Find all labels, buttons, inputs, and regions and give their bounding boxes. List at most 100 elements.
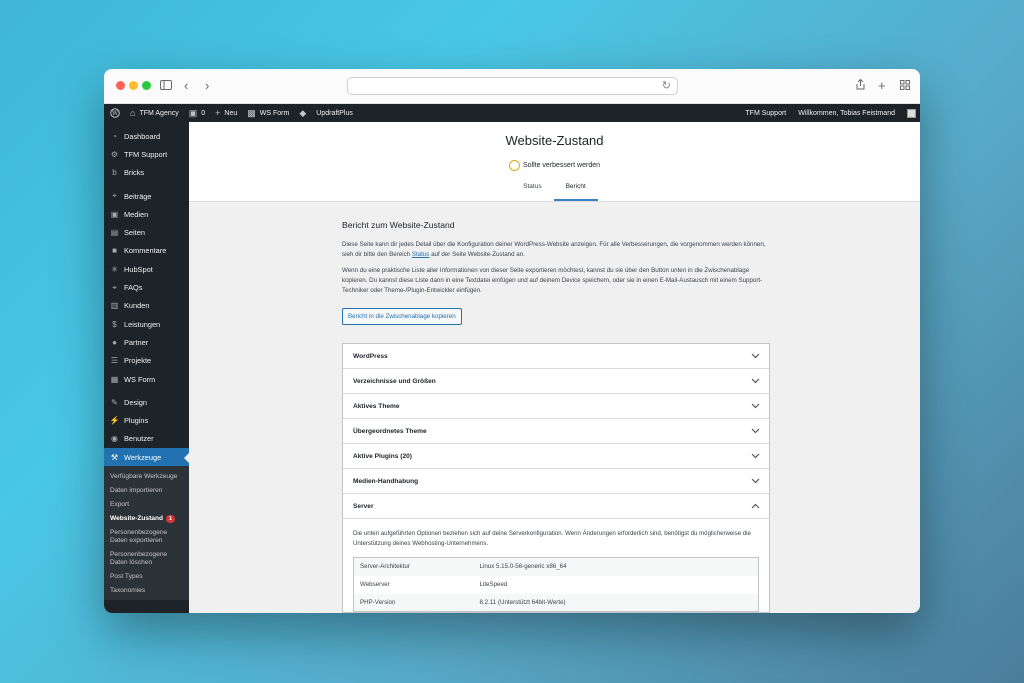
sidebar-item-tfm-support[interactable]: ⚙ TFM Support <box>104 145 189 163</box>
table-row: PHP-Version 8.2.11 (Unterstützt 64bit-Wer… <box>353 593 759 612</box>
submenu-item[interactable]: Daten importieren <box>104 484 189 498</box>
comments-link[interactable]: ▣ 0 <box>189 108 205 119</box>
submenu-item[interactable]: Website-Zustand 1 <box>104 512 189 526</box>
accordion-toggle[interactable]: Übergeordnetes Theme <box>343 419 769 444</box>
server-key: PHP-Version <box>360 598 396 606</box>
tabs-grid-icon[interactable] <box>900 78 910 94</box>
health-tabs: Status Bericht <box>189 183 920 201</box>
wordpress-logo-icon[interactable]: W <box>110 108 120 118</box>
sidebar-item-label: Leistungen <box>124 319 161 329</box>
sidebar-item-ws-form[interactable]: ▦ WS Form <box>104 370 189 388</box>
server-value: 8.2.11 (Unterstützt 64bit-Werte) <box>479 598 566 606</box>
ws-form-link[interactable]: ▩ WS Form <box>247 108 289 119</box>
sidebar-item-kommentare[interactable]: ■ Kommentare <box>104 242 189 260</box>
accordion-toggle[interactable]: WordPress <box>343 344 769 369</box>
close-window-button[interactable] <box>116 81 125 90</box>
new-content-link[interactable]: + Neu <box>215 108 237 118</box>
submenu-item[interactable]: Post Types <box>104 570 189 584</box>
chevron-down-icon <box>751 376 760 386</box>
minimize-window-button[interactable] <box>129 81 138 90</box>
health-header: Website-Zustand Sollte verbessert werden… <box>189 122 920 202</box>
sidebar-item-werkzeuge[interactable]: ⚒ Werkzeuge <box>104 448 189 467</box>
clipboard-icon: ▥ <box>110 301 119 311</box>
copy-report-button[interactable]: Bericht in die Zwischenablage kopieren <box>342 308 462 325</box>
svg-text:W: W <box>112 110 119 117</box>
sidebar-icon[interactable] <box>160 78 172 94</box>
sidebar-item-hubspot[interactable]: ✳ HubSpot <box>104 260 189 278</box>
sidebar-item-label: Design <box>124 397 148 407</box>
submenu-item[interactable]: Taxonomies <box>104 584 189 598</box>
brush-icon: ✎ <box>111 397 118 407</box>
tab-report[interactable]: Bericht <box>553 183 598 201</box>
avatar[interactable] <box>907 108 916 118</box>
plugin-icon: ⚡ <box>109 416 120 426</box>
sidebar-item-leistungen[interactable]: $ Leistungen <box>104 315 189 333</box>
sidebar-item-projekte[interactable]: ☰ Projekte <box>104 352 189 370</box>
server-table: Server-Architektur Linux 5.15.0-56-generi… <box>353 557 759 612</box>
sidebar-item-plugins[interactable]: ⚡ Plugins <box>104 411 189 429</box>
plus-icon: + <box>215 108 221 118</box>
server-key: Server-Architektur <box>360 563 410 571</box>
maximize-window-button[interactable] <box>142 81 151 90</box>
chevron-down-icon <box>751 351 760 361</box>
submenu-item[interactable]: Export <box>104 498 189 512</box>
accordion-toggle[interactable]: Aktive Plugins (20) <box>343 444 769 469</box>
accordion-toggle[interactable]: Aktives Theme <box>343 394 769 419</box>
forward-icon[interactable]: › <box>205 78 209 94</box>
chevron-down-icon <box>751 451 760 461</box>
list-icon: ☰ <box>110 356 119 366</box>
chevron-down-icon <box>751 426 760 436</box>
sidebar-item-label: Kunden <box>124 301 150 311</box>
address-bar[interactable]: ↻ <box>347 77 678 95</box>
share-icon[interactable] <box>856 78 865 94</box>
diamond-icon: ◆ <box>299 107 307 118</box>
sidebar-item-label: Bricks <box>124 168 145 178</box>
server-value: Linux 5.15.0-56-generic x86_64 <box>479 563 567 571</box>
sidebar-item-label: Dashboard <box>124 131 161 141</box>
wsform-icon: ▦ <box>110 374 119 384</box>
pin-icon: ⌖ <box>112 282 117 292</box>
updraftplus-link[interactable]: ◆ UpdraftPlus <box>299 108 353 119</box>
submenu-item[interactable]: Personenbezogene Daten löschen <box>104 548 189 570</box>
sidebar-item-label: FAQs <box>124 283 143 293</box>
reload-icon[interactable]: ↻ <box>662 79 671 92</box>
accordion-label: Aktives Theme <box>353 402 400 410</box>
site-name-link[interactable]: ⌂ TFM Agency <box>130 108 179 118</box>
submenu-item[interactable]: Personenbezogene Daten exportieren <box>104 526 189 548</box>
server-key: Webserver <box>360 581 390 588</box>
tab-status[interactable]: Status <box>511 183 553 201</box>
submenu-item[interactable]: Verfügbare Werkzeuge <box>104 470 189 484</box>
browser-window: ‹ › ↻ + W ⌂ TFM Agency ▣ 0 + Neu ▩ WS Fo… <box>104 69 920 613</box>
sidebar-item-label: Benutzer <box>124 434 154 444</box>
dashboard-icon: ◔ <box>112 131 117 141</box>
sidebar-item-seiten[interactable]: ▤ Seiten <box>104 223 189 241</box>
status-ring-icon <box>508 160 520 171</box>
tfm-support-link[interactable]: TFM Support <box>745 110 786 117</box>
chevron-down-icon <box>751 476 760 486</box>
sidebar-item-label: Projekte <box>124 356 152 366</box>
health-status-text: Sollte verbessert werden <box>522 162 601 169</box>
accordion-toggle[interactable]: Server <box>343 494 769 519</box>
sidebar-item-label: Seiten <box>124 228 145 238</box>
back-icon[interactable]: ‹ <box>184 78 188 94</box>
chevron-up-icon <box>751 501 760 511</box>
accordion-label: Aktive Plugins (20) <box>353 452 412 460</box>
accordion-label: Verzeichnisse und Größen <box>353 377 436 385</box>
accordion-toggle[interactable]: Medien-Handhabung <box>343 469 769 494</box>
new-tab-icon[interactable]: + <box>878 78 886 94</box>
status-link[interactable]: Status <box>412 251 430 258</box>
sidebar-item-benutzer[interactable]: ◉ Benutzer <box>104 430 189 448</box>
pages-icon: ▤ <box>110 228 119 238</box>
sidebar-item-partner[interactable]: ● Partner <box>104 333 189 351</box>
account-greeting[interactable]: Willkommen, Tobias Feistmand <box>798 110 895 117</box>
sidebar-item-beiträge[interactable]: ⌖ Beiträge <box>104 187 189 205</box>
table-row: Server-Architektur Linux 5.15.0-56-generi… <box>353 557 759 576</box>
accordion-toggle[interactable]: Verzeichnisse und Größen <box>343 369 769 394</box>
sidebar-item-kunden[interactable]: ▥ Kunden <box>104 297 189 315</box>
report-accordion: WordPress Verzeichnisse und Größen Aktives… <box>342 343 770 613</box>
sidebar-item-faqs[interactable]: ⌖ FAQs <box>104 278 189 296</box>
sidebar-item-medien[interactable]: ▣ Medien <box>104 205 189 223</box>
sidebar-item-dashboard[interactable]: ◔ Dashboard <box>104 127 189 145</box>
sidebar-item-bricks[interactable]: b Bricks <box>104 164 189 182</box>
sidebar-item-design[interactable]: ✎ Design <box>104 393 189 411</box>
